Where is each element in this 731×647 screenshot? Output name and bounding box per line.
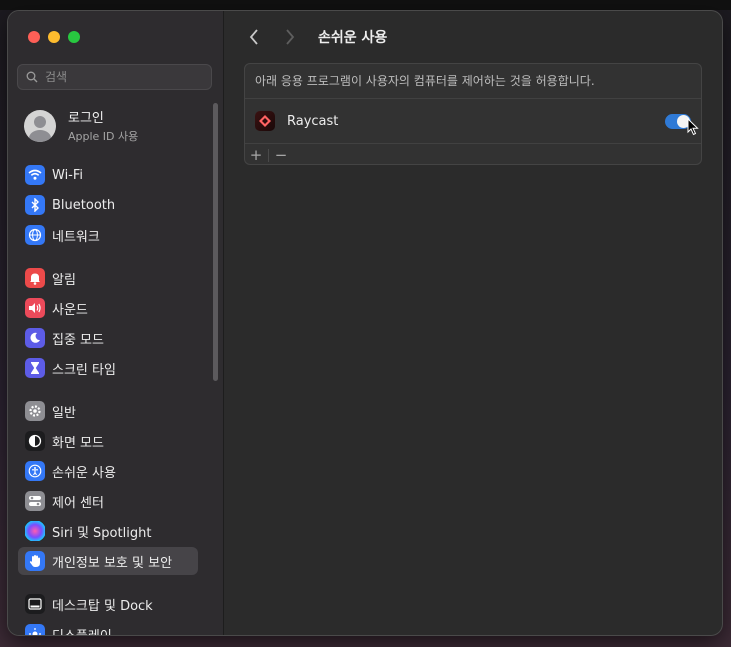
appearance-icon [25, 431, 45, 451]
globe-icon [25, 225, 45, 245]
wifi-icon [25, 165, 45, 185]
sidebar-item-screen-time[interactable]: 스크린 타임 [18, 354, 198, 382]
sidebar: 로그인 Apple ID 사용 Wi-Fi Bluetooth 네트워크 [8, 11, 224, 635]
hourglass-icon [25, 358, 45, 378]
sidebar-item-privacy-security[interactable]: 개인정보 보호 및 보안 [18, 547, 198, 575]
raycast-icon [255, 111, 275, 131]
panel-footer: + − [245, 144, 701, 166]
minimize-button[interactable] [48, 31, 60, 43]
bluetooth-icon [25, 195, 45, 215]
sidebar-item-label: 집중 모드 [52, 332, 104, 348]
app-name: Raycast [287, 113, 339, 129]
accessibility-apps-panel: 아래 응용 프로그램이 사용자의 컴퓨터를 제어하는 것을 허용합니다. Ray… [244, 63, 702, 165]
sidebar-item-notifications[interactable]: 알림 [18, 264, 198, 292]
chevron-right-icon [286, 29, 295, 45]
panel-description: 아래 응용 프로그램이 사용자의 컴퓨터를 제어하는 것을 허용합니다. [245, 64, 701, 99]
account-row[interactable]: 로그인 Apple ID 사용 [24, 107, 138, 144]
forward-button[interactable] [280, 27, 300, 47]
search-icon [26, 71, 38, 83]
bell-icon [25, 268, 45, 288]
sidebar-item-general[interactable]: 일반 [18, 397, 198, 425]
speaker-icon [25, 298, 45, 318]
sidebar-item-bluetooth[interactable]: Bluetooth [18, 191, 198, 219]
close-button[interactable] [28, 31, 40, 43]
list-item[interactable]: Raycast [245, 99, 701, 144]
accessibility-icon [25, 461, 45, 481]
sidebar-item-label: 화면 모드 [52, 435, 104, 451]
control-center-icon [25, 491, 45, 511]
sidebar-item-focus[interactable]: 집중 모드 [18, 324, 198, 352]
sidebar-item-desktop-dock[interactable]: 데스크탑 및 Dock [18, 590, 198, 618]
page-title: 손쉬운 사용 [318, 30, 388, 46]
avatar [24, 109, 56, 142]
sidebar-item-network[interactable]: 네트워크 [18, 221, 198, 249]
display-icon [25, 624, 45, 635]
search-field[interactable] [17, 64, 212, 90]
hand-icon [25, 551, 45, 571]
sidebar-item-display[interactable]: 디스플레이 [18, 620, 198, 635]
sidebar-item-control-center[interactable]: 제어 센터 [18, 487, 198, 515]
divider [268, 148, 269, 162]
sidebar-item-siri-spotlight[interactable]: Siri 및 Spotlight [18, 517, 198, 545]
main-toolbar: 손쉬운 사용 [224, 11, 722, 63]
back-button[interactable] [244, 27, 264, 47]
sidebar-scrollbar[interactable] [213, 103, 218, 381]
sidebar-item-label: Bluetooth [52, 197, 116, 213]
sidebar-item-label: 네트워크 [52, 229, 100, 245]
zoom-button[interactable] [68, 31, 80, 43]
sidebar-item-label: 사운드 [52, 302, 88, 318]
dock-icon [25, 594, 45, 614]
add-app-button[interactable]: + [245, 144, 267, 166]
mouse-pointer-icon [687, 118, 699, 136]
sidebar-item-label: 일반 [52, 405, 76, 421]
sidebar-item-label: 디스플레이 [52, 625, 112, 636]
desktop-background [0, 0, 731, 10]
chevron-left-icon [249, 29, 258, 45]
settings-window: 로그인 Apple ID 사용 Wi-Fi Bluetooth 네트워크 [8, 11, 722, 635]
sidebar-item-label: Wi-Fi [52, 167, 84, 183]
remove-app-button[interactable]: − [270, 144, 292, 166]
sidebar-item-label: 데스크탑 및 Dock [52, 598, 153, 614]
sidebar-item-wifi[interactable]: Wi-Fi [18, 161, 198, 189]
sidebar-item-label: 제어 센터 [52, 495, 104, 511]
account-name: 로그인 [68, 111, 104, 126]
sidebar-item-accessibility[interactable]: 손쉬운 사용 [18, 457, 198, 485]
window-controls [28, 31, 80, 43]
sidebar-item-label: 알림 [52, 272, 76, 288]
sidebar-item-label: 개인정보 보호 및 보안 [52, 555, 173, 571]
sidebar-item-appearance[interactable]: 화면 모드 [18, 427, 198, 455]
sidebar-item-sound[interactable]: 사운드 [18, 294, 198, 322]
search-input[interactable] [43, 69, 207, 85]
sidebar-item-label: Siri 및 Spotlight [52, 525, 152, 541]
sidebar-item-label: 손쉬운 사용 [52, 465, 116, 481]
gear-icon [25, 401, 45, 421]
siri-icon [25, 521, 45, 541]
sidebar-item-label: 스크린 타임 [52, 362, 116, 378]
account-subtitle: Apple ID 사용 [68, 130, 139, 143]
moon-icon [25, 328, 45, 348]
